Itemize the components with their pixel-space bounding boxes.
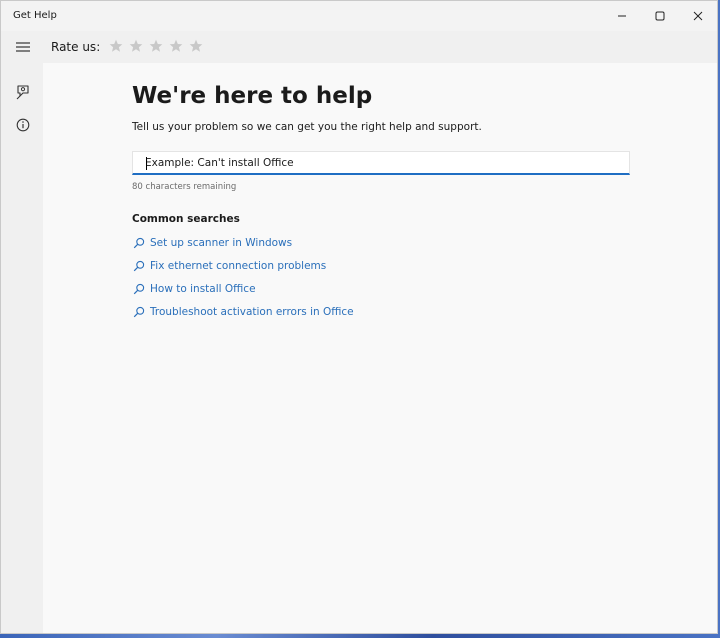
- info-icon: [16, 118, 30, 132]
- star-icon: [169, 39, 183, 52]
- star-icon: [109, 39, 123, 52]
- common-search-link[interactable]: Set up scanner in Windows: [132, 231, 354, 254]
- common-search-link[interactable]: How to install Office: [132, 277, 354, 300]
- rating-bar: Rate us:: [43, 31, 717, 63]
- star-2-button[interactable]: [126, 38, 146, 54]
- problem-search-input[interactable]: [133, 152, 629, 173]
- title-bar: Get Help: [1, 1, 717, 31]
- common-search-label: Set up scanner in Windows: [150, 236, 293, 249]
- star-1-button[interactable]: [106, 38, 126, 54]
- search-icon: [132, 305, 146, 319]
- main-content: We're here to help Tell us your problem …: [43, 63, 717, 633]
- star-3-button[interactable]: [146, 38, 166, 54]
- minimize-icon: [618, 15, 626, 17]
- page-subtitle: Tell us your problem so we can get you t…: [132, 121, 482, 133]
- contact-support-button[interactable]: [13, 82, 33, 102]
- hamburger-menu-icon: [16, 42, 30, 52]
- search-icon: [132, 282, 146, 296]
- hamburger-menu-button[interactable]: [13, 37, 33, 57]
- star-rating: [106, 38, 206, 54]
- close-button[interactable]: [679, 1, 717, 31]
- star-icon: [189, 39, 203, 52]
- star-icon: [149, 39, 163, 52]
- search-icon: [132, 259, 146, 273]
- common-search-label: Fix ethernet connection problems: [150, 259, 327, 272]
- common-search-label: How to install Office: [150, 282, 256, 295]
- text-caret: [146, 157, 147, 170]
- common-searches-list: Set up scanner in Windows Fix ethernet c…: [132, 231, 354, 323]
- problem-search-box: [132, 151, 630, 175]
- page-title: We're here to help: [132, 83, 373, 109]
- close-icon: [693, 11, 703, 21]
- common-search-label: Troubleshoot activation errors in Office: [150, 305, 354, 318]
- contact-support-icon: [16, 85, 29, 100]
- star-4-button[interactable]: [166, 38, 186, 54]
- window-title: Get Help: [13, 10, 57, 21]
- characters-remaining: 80 characters remaining: [132, 182, 237, 192]
- get-help-window: Get Help Rate us: We're here to help Tel…: [0, 0, 718, 634]
- sidebar: [1, 31, 43, 633]
- star-5-button[interactable]: [186, 38, 206, 54]
- common-search-link[interactable]: Fix ethernet connection problems: [132, 254, 354, 277]
- star-icon: [129, 39, 143, 52]
- maximize-button[interactable]: [641, 1, 679, 31]
- common-searches-heading: Common searches: [132, 213, 240, 225]
- maximize-icon: [655, 11, 665, 21]
- rate-us-label: Rate us:: [51, 40, 101, 54]
- search-icon: [132, 236, 146, 250]
- about-button[interactable]: [13, 115, 33, 135]
- common-search-link[interactable]: Troubleshoot activation errors in Office: [132, 300, 354, 323]
- minimize-button[interactable]: [603, 1, 641, 31]
